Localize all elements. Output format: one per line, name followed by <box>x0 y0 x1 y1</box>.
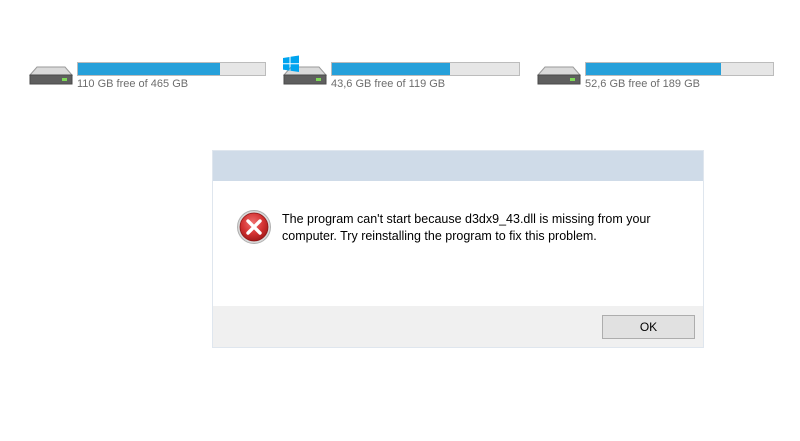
dialog-footer: OK <box>213 306 703 347</box>
ok-button[interactable]: OK <box>602 315 695 339</box>
hard-drive-icon <box>27 55 75 95</box>
drive-usage-bar <box>585 62 774 76</box>
drive-usage-fill <box>78 63 221 75</box>
error-dialog: The program can't start because d3dx9_43… <box>212 150 704 348</box>
drive-free-space-label: 110 GB free of 465 GB <box>77 78 189 90</box>
drive-free-space-label: 43,6 GB free of 119 GB <box>331 78 446 90</box>
drive-item[interactable]: 52,6 GB free of 189 GB <box>535 55 785 95</box>
drive-usage-fill <box>332 63 450 75</box>
drive-item-system[interactable]: 43,6 GB free of 119 GB <box>281 55 531 95</box>
dialog-content: The program can't start because d3dx9_43… <box>213 181 703 306</box>
drive-free-space-label: 52,6 GB free of 189 GB <box>585 78 700 90</box>
windows-logo-icon <box>282 55 300 73</box>
error-message: The program can't start because d3dx9_43… <box>282 212 651 243</box>
drive-usage-fill <box>586 63 721 75</box>
dialog-title-bar[interactable] <box>213 151 703 181</box>
hard-drive-icon <box>535 55 583 95</box>
drive-usage-bar <box>77 62 266 76</box>
drives-panel: 110 GB free of 465 GB 43,6 GB free of 11… <box>0 0 800 100</box>
drive-item[interactable]: 110 GB free of 465 GB <box>27 55 277 95</box>
error-icon <box>236 209 272 245</box>
drive-usage-bar <box>331 62 520 76</box>
